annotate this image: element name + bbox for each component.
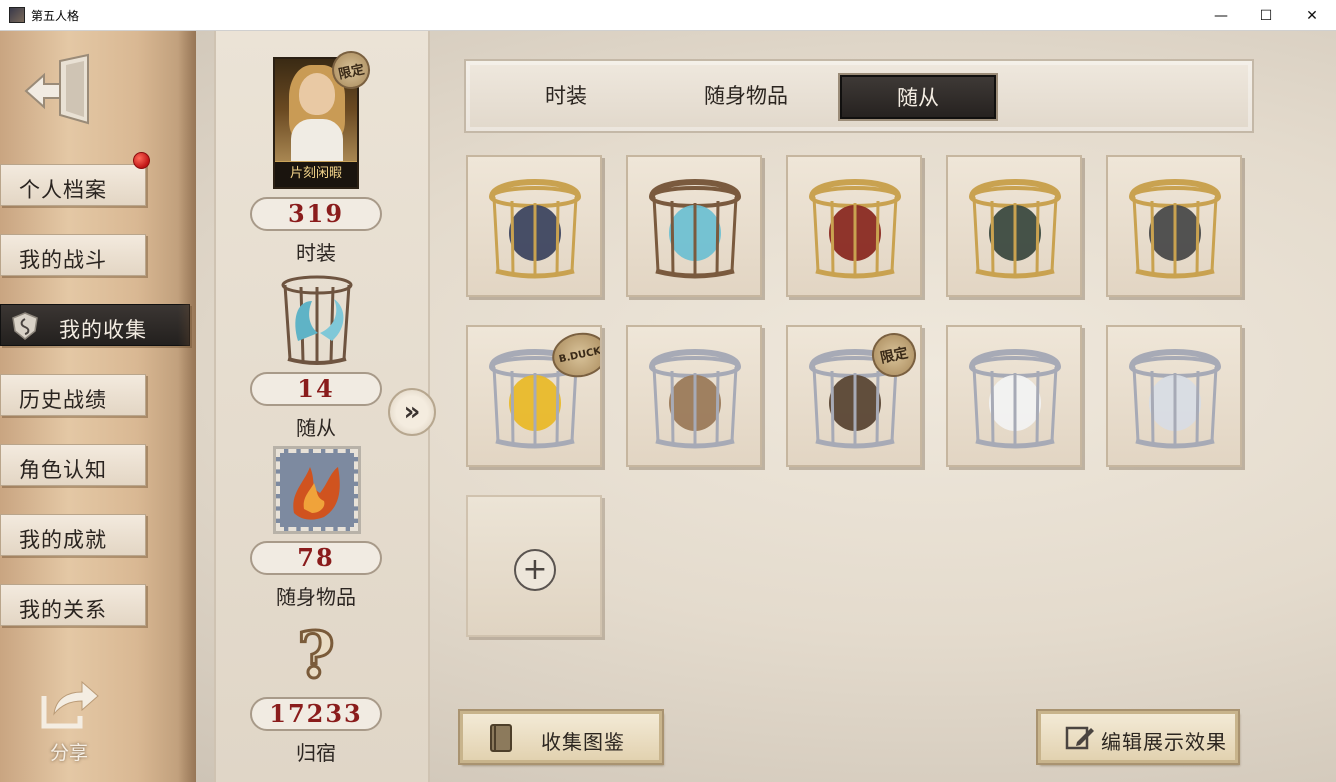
collection-tabbar: 时装 随身物品 随从: [464, 59, 1254, 133]
sidebar: 个人档案 我的战斗 我的收集 历史战绩 角色认知 我的成就 我的关系 分享: [0, 31, 196, 782]
sidebar-item-relations[interactable]: 我的关系: [0, 584, 146, 626]
share-button[interactable]: 分享: [34, 676, 104, 766]
sidebar-item-label: 我的收集: [59, 318, 147, 342]
cage-icon: [649, 349, 741, 449]
expand-panel-button[interactable]: »: [388, 388, 436, 436]
costume-label: 时装: [296, 241, 336, 265]
add-pet-slot[interactable]: +: [466, 495, 602, 637]
sidebar-item-label: 我的关系: [19, 598, 107, 622]
window-titlebar: 第五人格 — ☐ ✕: [0, 0, 1336, 31]
flame-accessory-icon: [293, 467, 340, 520]
sidebar-item-label: 历史战绩: [19, 388, 107, 412]
sidebar-item-label: 我的成就: [19, 528, 107, 552]
collection-book-label: 收集图鉴: [541, 730, 625, 754]
accessory-count: 78: [250, 541, 382, 575]
steam-machine-pet[interactable]: [1106, 155, 1242, 297]
cage-icon: [1129, 179, 1221, 279]
home-count: 17233: [250, 697, 382, 731]
cage-icon: [1129, 349, 1221, 449]
tuxedo-cat-pet[interactable]: [946, 325, 1082, 467]
maximize-button[interactable]: ☐: [1243, 0, 1289, 31]
home-label: 归宿: [296, 741, 336, 765]
sidebar-item-label: 个人档案: [19, 178, 107, 202]
red-chest-pet[interactable]: [786, 155, 922, 297]
share-icon: [41, 680, 99, 729]
pet-count: 14: [250, 372, 382, 406]
collection-book-button[interactable]: 收集图鉴: [460, 711, 662, 763]
edit-icon: [1065, 726, 1094, 750]
antler-spirit-pet[interactable]: [946, 155, 1082, 297]
sidebar-item-label: 角色认知: [19, 458, 107, 482]
edit-display-button[interactable]: 编辑展示效果: [1038, 711, 1238, 763]
sidebar-item-label: 我的战斗: [19, 248, 107, 272]
masked-raven-pet[interactable]: [466, 155, 602, 297]
window-title: 第五人格: [31, 9, 80, 23]
b-duck-pet[interactable]: B.DUCK: [466, 325, 602, 467]
accessory-stamp[interactable]: [273, 446, 361, 534]
share-label: 分享: [49, 742, 88, 764]
shield-icon: [12, 312, 38, 340]
svg-text:?: ?: [297, 619, 335, 687]
app-icon: [9, 7, 25, 23]
sidebar-item-battles[interactable]: 我的战斗: [0, 234, 146, 276]
cage-icon: [489, 179, 581, 279]
exit-door-icon: [24, 53, 89, 125]
tab-pets[interactable]: 随从: [840, 75, 996, 119]
close-button[interactable]: ✕: [1289, 0, 1335, 31]
blue-butterfly-pet[interactable]: [626, 155, 762, 297]
portrait-nameplate: 片刻闲暇: [275, 161, 357, 187]
cage-icon: [649, 179, 741, 279]
sidebar-item-achievements[interactable]: 我的成就: [0, 514, 146, 556]
costume-count: 319: [250, 197, 382, 231]
cage-icon: [809, 179, 901, 279]
sidebar-item-characters[interactable]: 角色认知: [0, 444, 146, 486]
pet-label: 随从: [296, 416, 336, 440]
question-mark-icon: ?: [296, 619, 337, 687]
exit-button[interactable]: [22, 51, 94, 127]
notification-dot: [133, 152, 150, 169]
minimize-button[interactable]: —: [1198, 0, 1244, 31]
sidebar-item-collection[interactable]: 我的收集: [0, 304, 190, 346]
tree-cat-pet[interactable]: 限定: [786, 325, 922, 467]
sidebar-item-profile[interactable]: 个人档案: [0, 164, 146, 206]
accessory-label: 随身物品: [276, 585, 356, 609]
tab-accessories[interactable]: 随身物品: [676, 75, 816, 119]
cage-icon: [969, 349, 1061, 449]
sidebar-item-history[interactable]: 历史战绩: [0, 374, 146, 416]
edit-display-label: 编辑展示效果: [1101, 730, 1227, 754]
cage-icon: [969, 179, 1061, 279]
plus-icon: +: [514, 549, 556, 591]
tab-costumes[interactable]: 时装: [506, 75, 626, 119]
crowned-cat-pet[interactable]: [626, 325, 762, 467]
white-horse-pet[interactable]: [1106, 325, 1242, 467]
game-viewport: 个人档案 我的战斗 我的收集 历史战绩 角色认知 我的成就 我的关系 分享 片刻…: [0, 31, 1336, 782]
pet-cage-icon: [281, 275, 353, 365]
book-icon: [490, 724, 512, 752]
portrait-name: 片刻闲暇: [289, 166, 342, 181]
double-chevron-right-icon: »: [403, 397, 421, 427]
